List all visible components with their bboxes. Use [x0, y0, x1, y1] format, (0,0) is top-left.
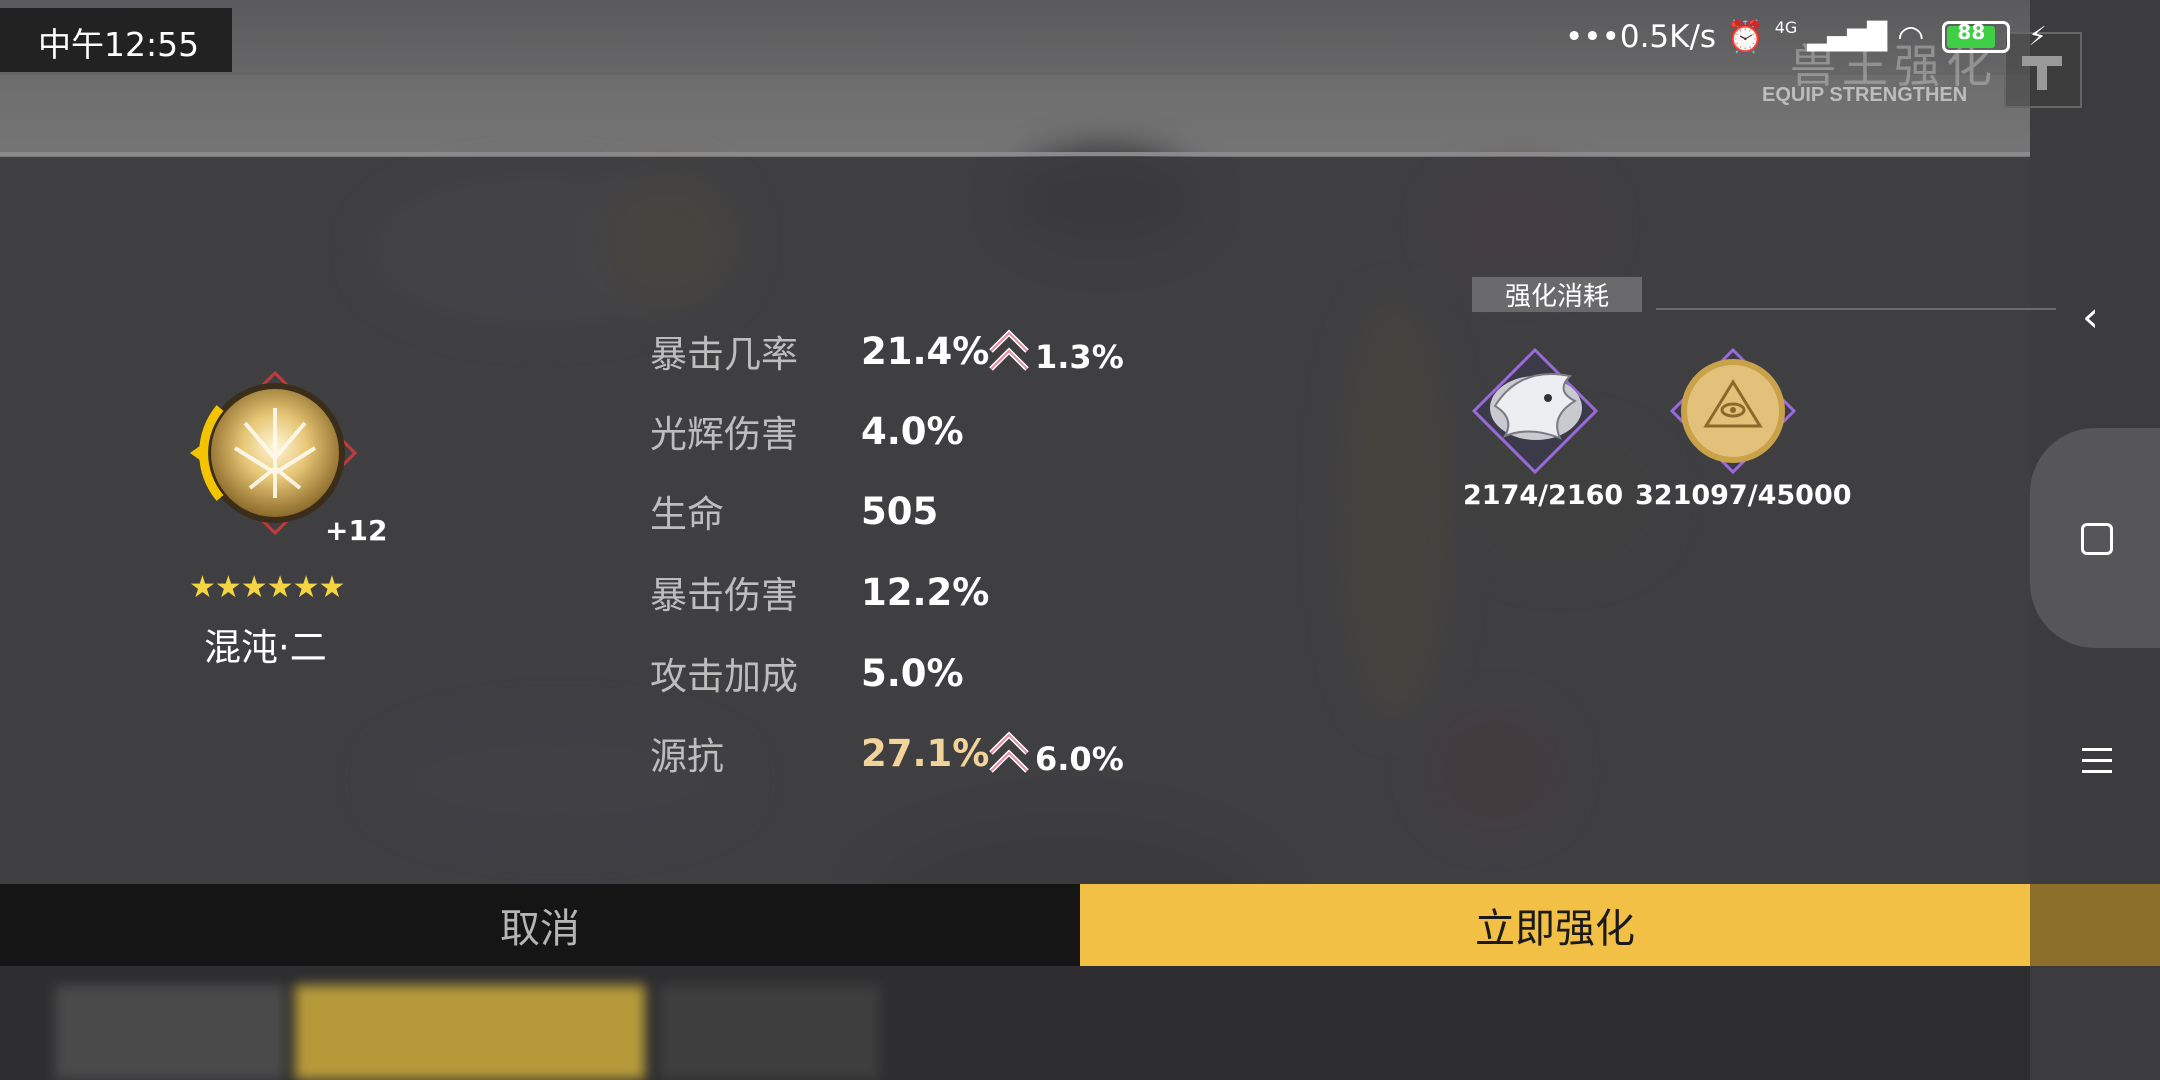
stat-label: 攻击加成 [650, 655, 798, 698]
stat-label: 源抗 [650, 735, 724, 778]
double-up-arrow-icon [989, 329, 1029, 371]
dialog-footer: 取消 立即强化 [0, 884, 2030, 966]
stat-value: 12.2% [861, 570, 990, 614]
wifi-icon: ◠ [1897, 18, 1925, 55]
stat-increase: 1.3% [1035, 338, 1124, 376]
stat-row: 暴击伤害 12.2% [650, 562, 991, 622]
cost-title: 强化消耗 [1472, 277, 1642, 312]
cost-divider [1656, 308, 2056, 310]
stat-label: 光辉伤害 [650, 413, 798, 456]
home-square-icon [2081, 523, 2113, 555]
stat-row: 光辉伤害 4.0% [650, 401, 991, 461]
stat-increase: 6.0% [1035, 740, 1124, 778]
alarm-icon: ⏰ [1726, 19, 1765, 55]
stat-value: 5.0% [861, 651, 964, 695]
stat-value: 27.1% [861, 731, 990, 775]
battery-level: 88 [1957, 19, 1986, 44]
stat-label: 暴击伤害 [650, 574, 798, 617]
menu-icon[interactable] [2082, 748, 2112, 781]
dragon-material-icon [1471, 347, 1599, 475]
button-extension [2030, 884, 2160, 966]
star-rating: ★★★★★★ [189, 570, 345, 605]
charging-icon: ⚡ [2028, 21, 2047, 52]
stat-row: 生命 505 [650, 481, 991, 541]
stat-label: 暴击几率 [650, 333, 798, 376]
signal-icon: ▂▄▆█ [1807, 21, 1888, 52]
network-speed: •••0.5K/s [1565, 18, 1717, 55]
stat-row: 攻击加成 5.0% [650, 643, 991, 703]
stat-value: 505 [861, 489, 939, 533]
battery-icon: 88 [1942, 19, 2011, 53]
back-icon[interactable]: ‹ [2082, 292, 2099, 341]
page-title-en: EQUIP STRENGTHEN [1762, 84, 1968, 106]
item-level: +12 [325, 514, 388, 547]
cancel-button[interactable]: 取消 [0, 884, 1080, 966]
item-name: 混沌·二 [204, 626, 327, 669]
equipment-icon [190, 370, 358, 536]
stat-row: 暴击几率 21.4% 1.3% [650, 321, 1124, 381]
coin-count: 321097/45000 [1635, 480, 1852, 511]
status-bar-right: •••0.5K/s ⏰ 4G ▂▄▆█ ◠ 88 ⚡ [1565, 18, 2057, 55]
stat-label: 生命 [650, 493, 724, 536]
divider [0, 152, 2030, 156]
gold-coin-icon [1669, 347, 1797, 475]
double-up-arrow-icon [989, 731, 1029, 773]
status-time: 中午12:55 [38, 25, 200, 64]
stat-value: 21.4% [861, 329, 990, 373]
stat-row: 源抗 27.1% 6.0% [650, 723, 1124, 783]
network-type: 4G [1774, 18, 1798, 37]
stat-value: 4.0% [861, 409, 964, 453]
strengthen-now-button[interactable]: 立即强化 [1080, 884, 2030, 966]
material-count: 2174/2160 [1463, 480, 1624, 511]
